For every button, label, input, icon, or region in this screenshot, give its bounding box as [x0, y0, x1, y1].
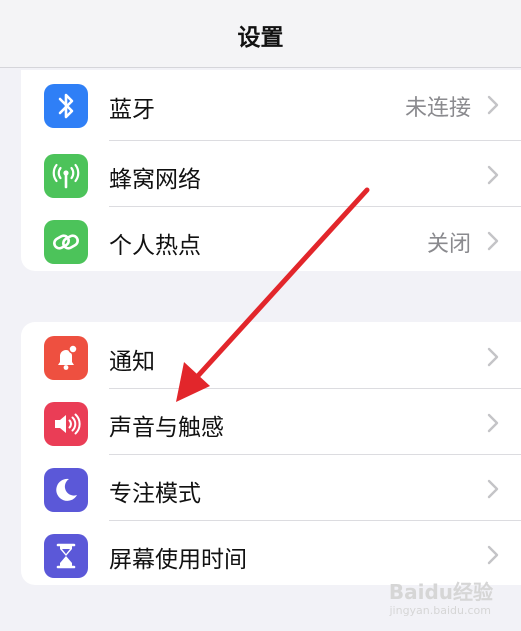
row-label: 通知 — [109, 349, 155, 375]
notification-bell-icon — [44, 336, 88, 380]
chevron-right-icon — [487, 95, 499, 115]
row-value: 未连接 — [404, 96, 471, 121]
watermark-logo: Baidu经验 — [388, 580, 493, 604]
chevron-right-icon — [487, 413, 499, 433]
chevron-right-icon — [487, 347, 499, 367]
chevron-right-icon — [487, 479, 499, 499]
row-label: 个人热点 — [109, 233, 201, 259]
navigation-bar: 设置 — [0, 0, 521, 68]
row-label: 屏幕使用时间 — [109, 547, 247, 573]
settings-row-bluetooth[interactable]: 蓝牙 未连接 — [21, 70, 521, 140]
row-label: 专注模式 — [109, 481, 201, 507]
settings-row-focus[interactable]: 专注模式 — [21, 454, 521, 520]
settings-row-cellular[interactable]: 蜂窝网络 — [21, 140, 521, 206]
bluetooth-icon — [44, 84, 88, 128]
hotspot-link-icon — [44, 220, 88, 264]
row-label: 声音与触感 — [109, 415, 224, 441]
hourglass-icon — [44, 534, 88, 578]
moon-icon — [44, 468, 88, 512]
row-label: 蜂窝网络 — [109, 167, 201, 193]
row-value: 关闭 — [426, 232, 471, 257]
antenna-icon — [44, 154, 88, 198]
settings-row-sounds-haptics[interactable]: 声音与触感 — [21, 388, 521, 454]
speaker-icon — [44, 402, 88, 446]
settings-group-connectivity: 蓝牙 未连接 蜂窝网络 个人热点 关闭 — [21, 70, 521, 271]
chevron-right-icon — [487, 545, 499, 565]
page-title: 设置 — [237, 25, 284, 51]
row-label: 蓝牙 — [109, 97, 155, 123]
settings-row-notifications[interactable]: 通知 — [21, 322, 521, 388]
chevron-right-icon — [487, 231, 499, 251]
settings-row-hotspot[interactable]: 个人热点 关闭 — [21, 206, 521, 271]
chevron-right-icon — [487, 165, 499, 185]
watermark-url: jingyan.baidu.com — [389, 604, 491, 617]
settings-group-notifications: 通知 声音与触感 专注模式 屏幕使用时间 — [21, 322, 521, 585]
